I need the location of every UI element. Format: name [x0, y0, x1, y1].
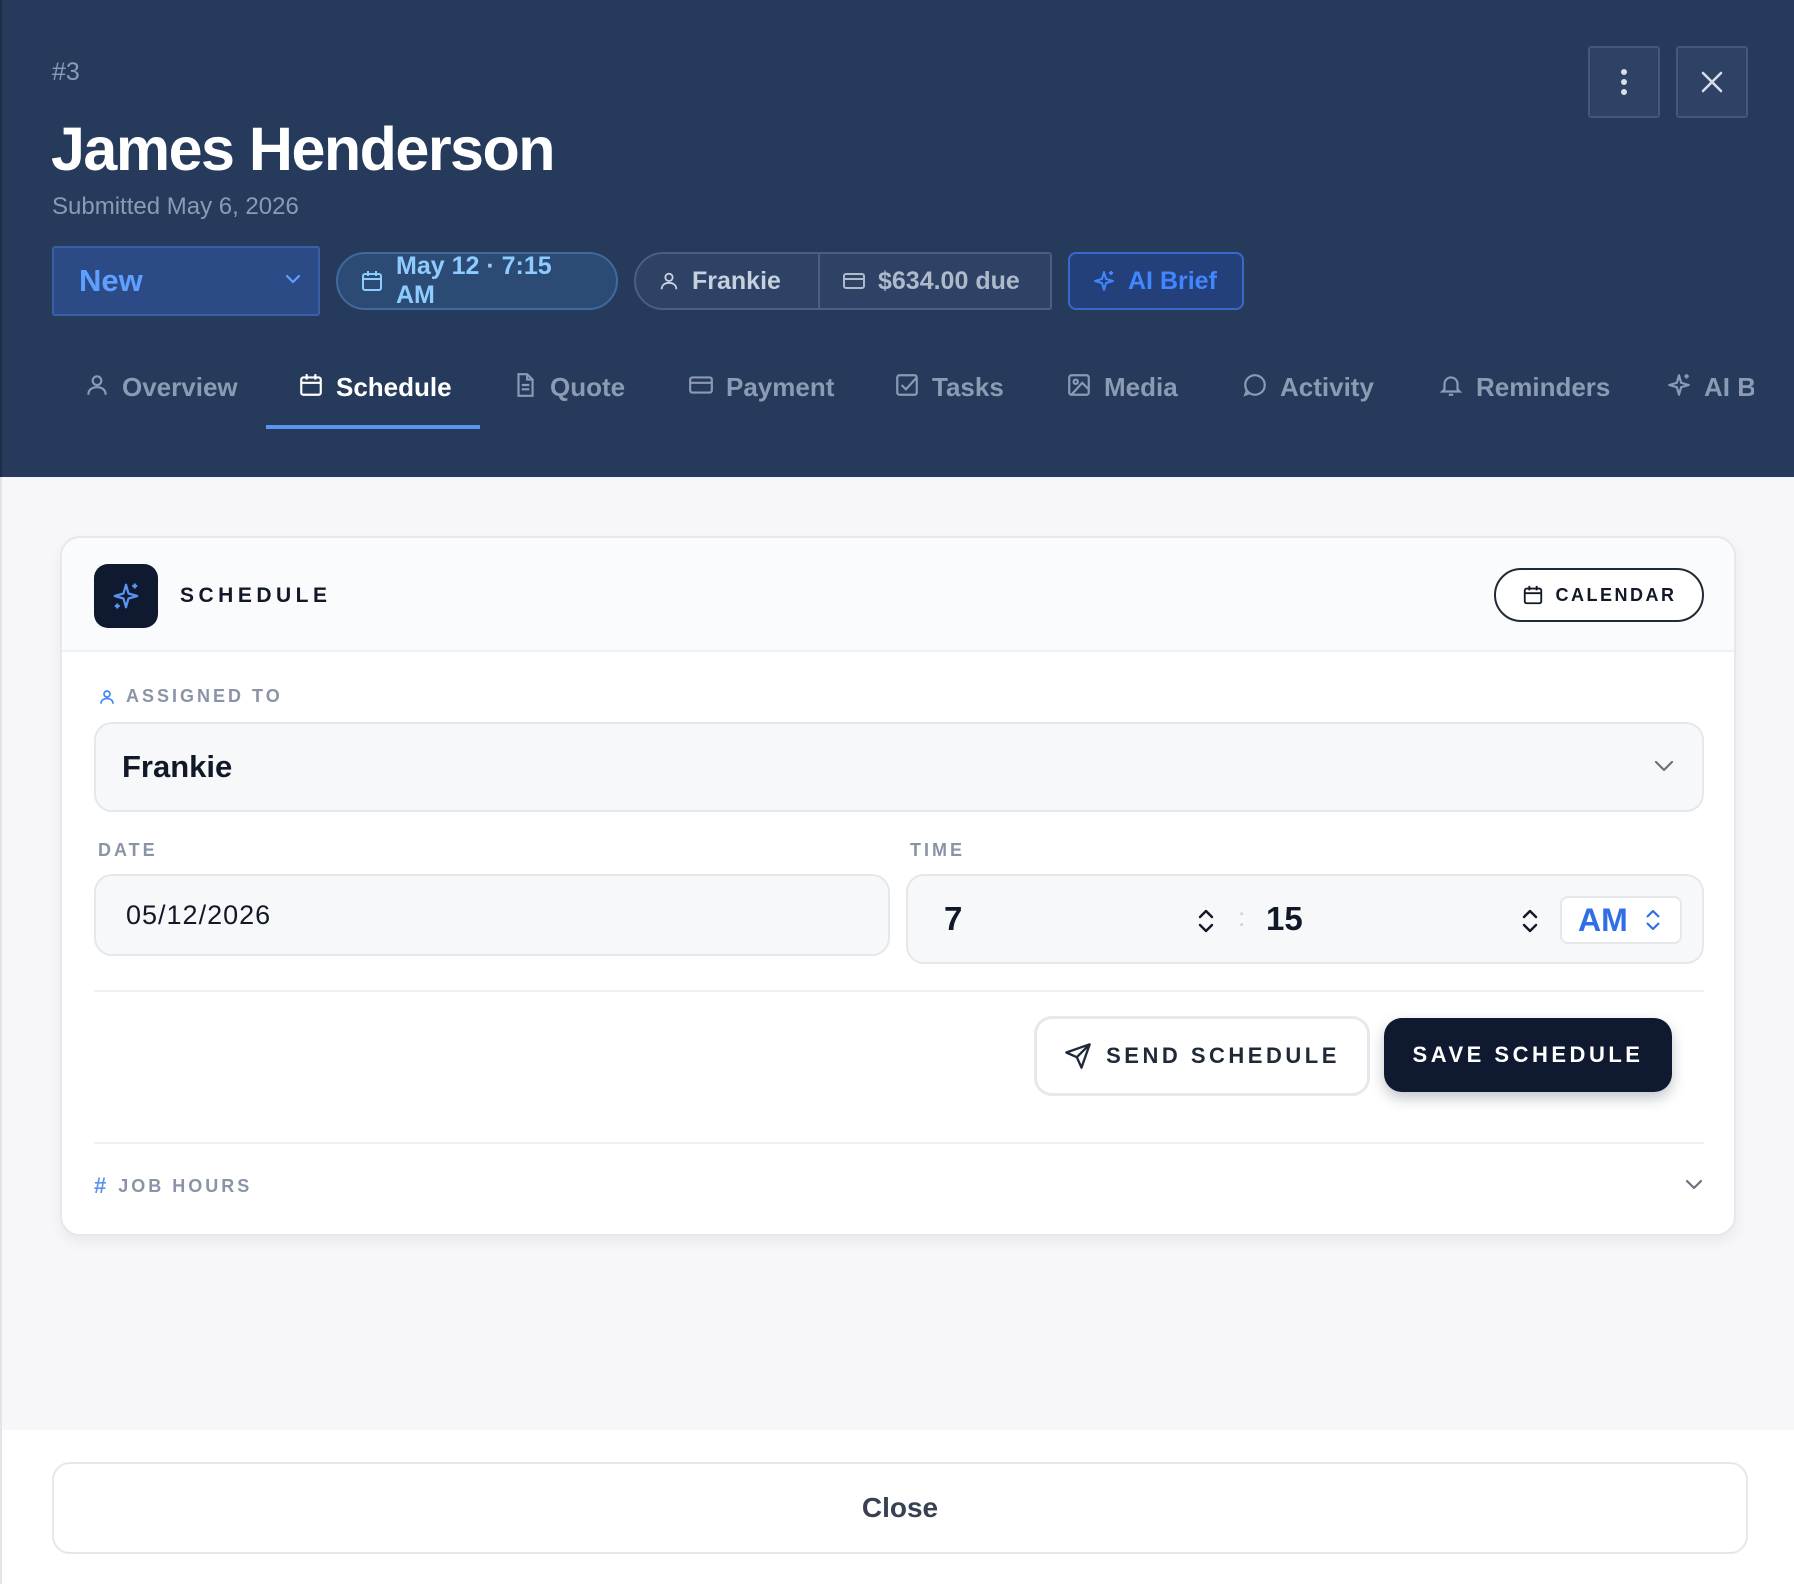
section-divider	[94, 1142, 1704, 1144]
calendar-button-label: CALENDAR	[1555, 584, 1677, 605]
document-icon	[512, 372, 538, 398]
am-pm-select[interactable]: AM	[1560, 896, 1682, 944]
date-input[interactable]: 05/12/2026	[94, 874, 890, 956]
checkbox-icon	[894, 372, 920, 398]
image-icon	[1066, 372, 1092, 398]
tab-bar: Overview Schedule Quote Payment Tasks Me…	[84, 354, 1754, 432]
status-value: New	[79, 263, 143, 298]
job-number: #3	[52, 58, 80, 86]
save-schedule-label: SAVE SCHEDULE	[1412, 1042, 1644, 1067]
assignee-value: Frankie	[122, 749, 233, 784]
hour-input[interactable]: 7	[944, 900, 962, 938]
section-divider	[94, 990, 1704, 992]
more-vertical-icon	[1620, 68, 1628, 96]
amount-due-chip[interactable]: $634.00 due	[818, 252, 1052, 310]
am-pm-stepper-icon	[1644, 906, 1662, 934]
assignee-chip-label: Frankie	[692, 266, 781, 295]
customer-name: James Henderson	[51, 115, 556, 183]
time-label: TIME	[910, 840, 965, 861]
send-schedule-button[interactable]: SEND SCHEDULE	[1034, 1016, 1370, 1096]
ai-brief-chip[interactable]: AI Brief	[1068, 252, 1244, 310]
tab-activity[interactable]: Activity	[1242, 354, 1374, 432]
user-icon	[658, 270, 680, 292]
date-label: DATE	[98, 840, 158, 861]
date-label-text: DATE	[98, 840, 158, 860]
tab-payment-label: Payment	[726, 372, 835, 402]
close-panel-button[interactable]	[1676, 46, 1748, 118]
job-hours-toggle[interactable]: # JOB HOURS	[94, 1166, 1704, 1206]
calendar-icon	[298, 372, 324, 398]
tab-schedule-label: Schedule	[336, 372, 452, 402]
assigned-to-label: ASSIGNED TO	[98, 686, 283, 707]
time-label-text: TIME	[910, 840, 965, 860]
tab-activity-label: Activity	[1280, 372, 1374, 402]
calendar-icon	[360, 269, 384, 293]
tab-ai-brief[interactable]: AI B	[1666, 354, 1754, 432]
user-icon	[98, 688, 116, 706]
calendar-icon	[1522, 584, 1544, 606]
credit-card-icon	[842, 269, 866, 293]
tab-reminders[interactable]: Reminders	[1438, 354, 1610, 432]
save-schedule-button[interactable]: SAVE SCHEDULE	[1384, 1018, 1672, 1092]
hour-stepper-icon[interactable]	[1196, 906, 1216, 936]
sparkle-icon	[1092, 269, 1116, 293]
ai-brief-label: AI Brief	[1128, 266, 1217, 295]
am-pm-value: AM	[1578, 901, 1628, 938]
assignee-select[interactable]: Frankie	[94, 722, 1704, 812]
tab-media[interactable]: Media	[1066, 354, 1178, 432]
chevron-down-icon	[284, 273, 302, 285]
tab-tasks[interactable]: Tasks	[894, 354, 1004, 432]
tab-reminders-label: Reminders	[1476, 372, 1611, 402]
send-icon	[1064, 1042, 1092, 1070]
tab-ai-brief-label: AI B	[1704, 372, 1754, 402]
hash-icon: #	[94, 1173, 107, 1198]
schedule-card: SCHEDULE CALENDAR ASSIGNED TO Frankie DA…	[60, 536, 1736, 1236]
amount-due-label: $634.00 due	[878, 266, 1020, 295]
sparkle-icon	[94, 564, 158, 628]
panel-footer: Close	[0, 1430, 1794, 1584]
time-separator: :	[1238, 902, 1246, 932]
schedule-datetime-chip[interactable]: May 12 · 7:15 AM	[336, 252, 618, 310]
close-icon	[1700, 70, 1724, 94]
chat-bubble-icon	[1242, 372, 1268, 398]
send-schedule-label: SEND SCHEDULE	[1106, 1043, 1340, 1068]
schedule-card-header: SCHEDULE CALENDAR	[62, 538, 1734, 652]
tab-media-label: Media	[1104, 372, 1178, 402]
tab-quote-label: Quote	[550, 372, 626, 402]
close-button[interactable]: Close	[52, 1462, 1748, 1554]
status-select[interactable]: New	[52, 246, 320, 316]
tab-quote[interactable]: Quote	[512, 354, 625, 432]
user-icon	[84, 372, 110, 398]
job-header: #3 James Henderson Submitted May 6, 2026…	[0, 0, 1794, 477]
tab-overview-label: Overview	[122, 372, 238, 402]
schedule-card-title: SCHEDULE	[180, 584, 332, 607]
tab-schedule[interactable]: Schedule	[298, 354, 452, 432]
credit-card-icon	[688, 372, 714, 398]
chevron-down-icon	[1684, 1178, 1704, 1192]
bell-icon	[1438, 372, 1464, 398]
schedule-datetime-label: May 12 · 7:15 AM	[396, 252, 552, 309]
assigned-to-text: ASSIGNED TO	[126, 686, 283, 706]
sparkle-icon	[1666, 372, 1692, 398]
tab-payment[interactable]: Payment	[688, 354, 834, 432]
date-value: 05/12/2026	[126, 899, 272, 930]
job-hours-label: JOB HOURS	[118, 1175, 253, 1196]
minute-input[interactable]: 15	[1266, 900, 1303, 938]
tab-overview[interactable]: Overview	[84, 354, 238, 432]
close-button-label: Close	[861, 1492, 939, 1523]
minute-stepper-icon[interactable]	[1520, 906, 1540, 936]
calendar-button[interactable]: CALENDAR	[1494, 568, 1704, 622]
active-tab-indicator	[266, 425, 480, 429]
time-picker: 7 : 15 AM	[906, 874, 1704, 964]
chevron-down-icon	[1652, 758, 1676, 774]
tab-tasks-label: Tasks	[932, 372, 1004, 402]
more-options-button[interactable]	[1588, 46, 1660, 118]
submitted-date: Submitted May 6, 2026	[52, 193, 299, 220]
